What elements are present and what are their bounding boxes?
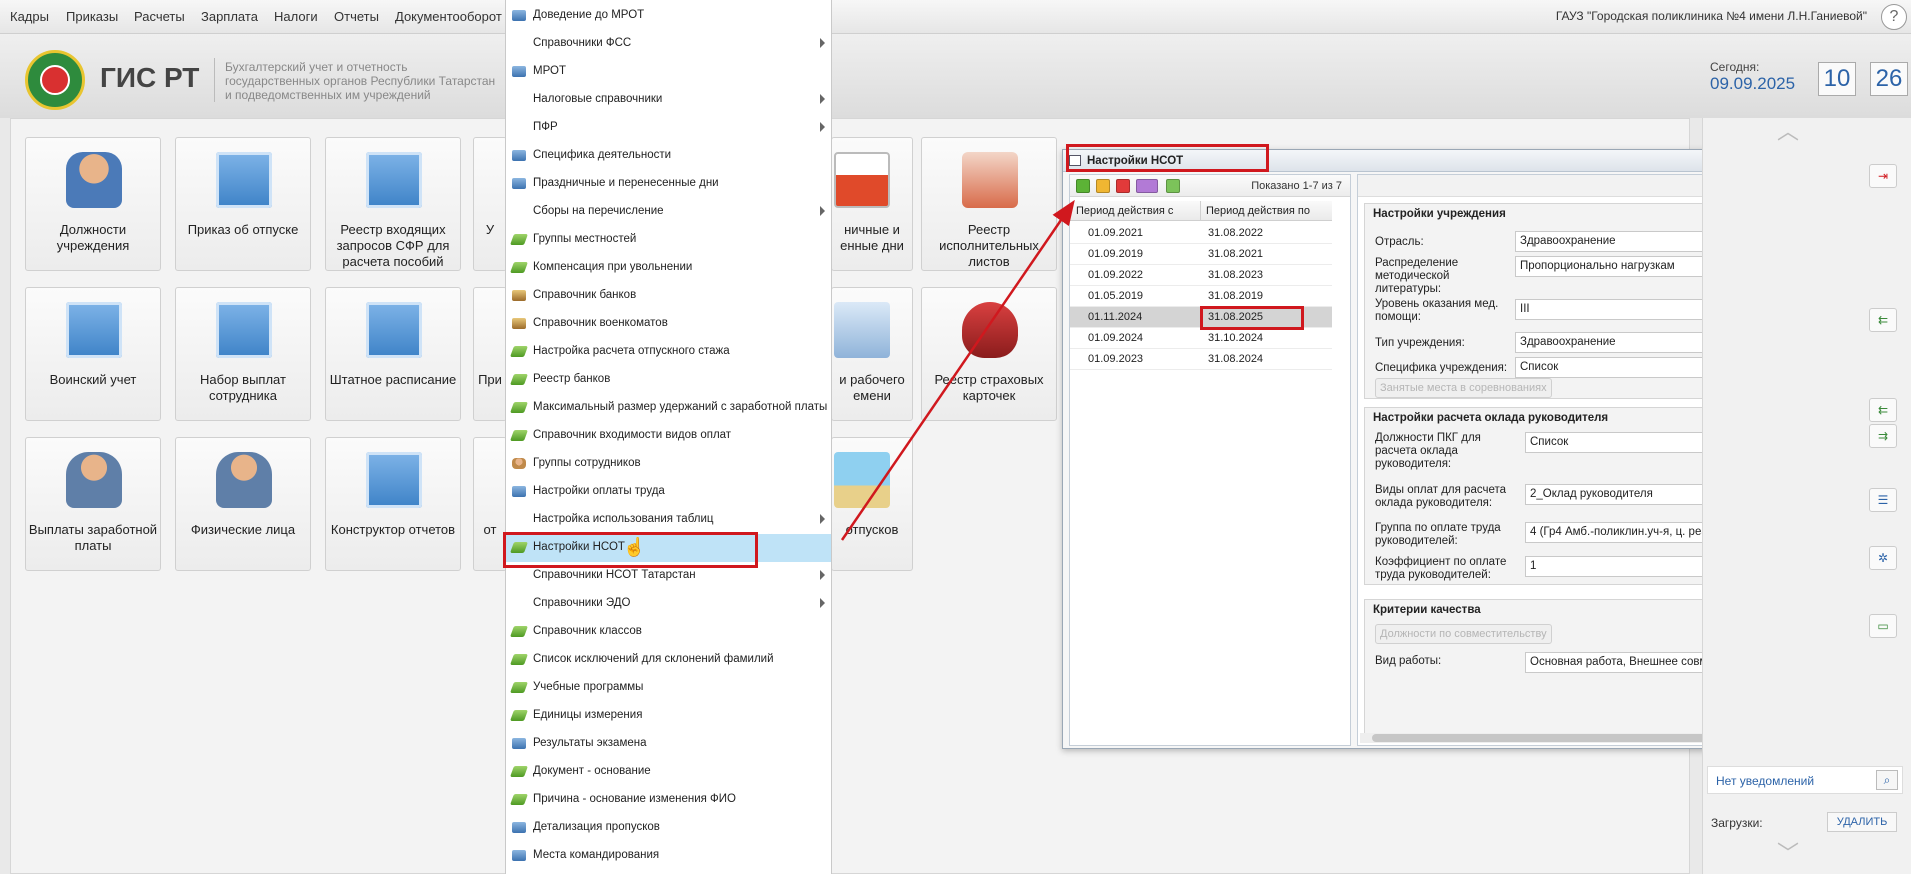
annotation-arrow: [840, 199, 1075, 541]
